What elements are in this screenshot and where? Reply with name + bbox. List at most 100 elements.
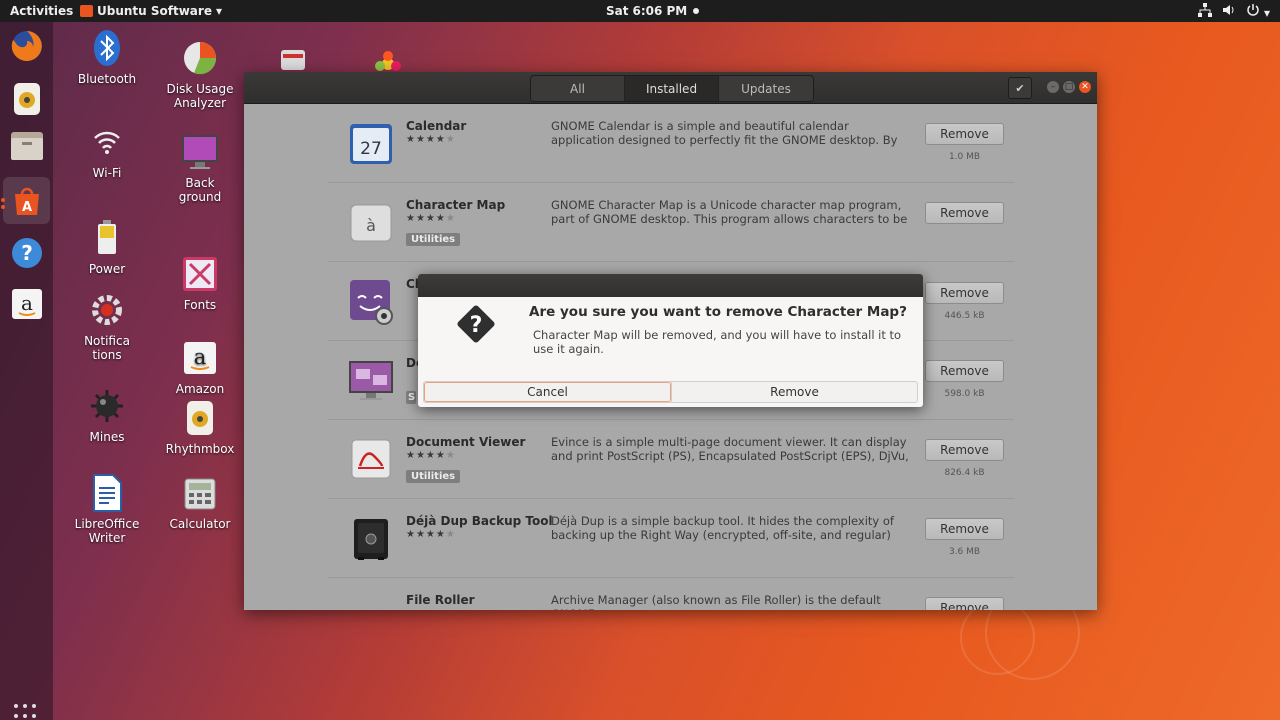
app-size: 826.4 kB (944, 468, 985, 478)
safe-icon (346, 513, 396, 563)
rhythmbox-icon (180, 398, 220, 438)
category-badge: Utilities (406, 470, 461, 483)
app-description: Déjà Dup is a simple backup tool. It hid… (551, 514, 894, 542)
clock[interactable]: Sat 6:06 PM (606, 4, 700, 18)
desktop-icon-label: Calculator (169, 517, 231, 531)
amazon-icon[interactable]: a (8, 285, 45, 322)
firefox-icon[interactable] (8, 27, 45, 64)
desktop-icon-label: Wi-Fi (92, 166, 122, 180)
desktop-icon-power[interactable]: Power (62, 218, 152, 276)
volume-icon (1222, 3, 1236, 20)
list-item[interactable]: à Character Map ★★★★★ Utilities GNOME Ch… (328, 183, 1014, 262)
mine-icon (87, 386, 127, 426)
desktop-icon-fonts[interactable]: Fonts (155, 254, 245, 312)
list-item[interactable]: 27 Calendar ★★★★★ GNOME Calendar is a si… (328, 104, 1014, 183)
clock-day: Sat (606, 4, 629, 18)
desktop-icon-label: Notifica tions (84, 334, 130, 362)
app-name: Document Viewer (406, 435, 526, 449)
gear-icon (87, 290, 127, 330)
desktop-icon-mines[interactable]: Mines (62, 386, 152, 444)
activities-button[interactable]: Activities (10, 4, 73, 18)
app-size: 3.6 MB (948, 547, 981, 557)
svg-text:27: 27 (360, 139, 382, 159)
header-bar: All Installed Updates ✔ – □ ✕ (244, 72, 1097, 104)
category-badge: Utilities (406, 233, 461, 246)
files-icon[interactable] (8, 127, 45, 164)
remove-button[interactable]: Remove (925, 439, 1004, 461)
dialog-heading: Are you sure you want to remove Characte… (529, 304, 907, 320)
confirm-remove-button[interactable]: Remove (671, 382, 917, 402)
amazon-icon: a (180, 338, 220, 378)
rating-stars: ★★★★★ (406, 134, 456, 145)
archive-icon (346, 592, 396, 610)
desktop-icon-label: Bluetooth (77, 72, 137, 86)
maximize-icon[interactable]: □ (1063, 81, 1075, 93)
app-size: 598.0 kB (944, 389, 985, 399)
bluetooth-icon (87, 28, 127, 68)
desktop-sharing-icon (346, 355, 396, 405)
rating-stars: ★★★★★ (406, 213, 456, 224)
close-icon[interactable]: ✕ (1079, 81, 1091, 93)
minimize-icon[interactable]: – (1047, 81, 1059, 93)
svg-text:a: a (21, 291, 33, 315)
svg-text:?: ? (21, 241, 33, 265)
fonts-icon (180, 254, 220, 294)
desktop-icon-amazon[interactable]: a Amazon (155, 338, 245, 396)
desktop-icon-disk-usage[interactable]: Disk Usage Analyzer (155, 38, 245, 110)
app-description: GNOME Calendar is a simple and beautiful… (551, 119, 898, 147)
window-controls: – □ ✕ (1047, 81, 1091, 93)
selection-mode-button[interactable]: ✔ (1008, 77, 1032, 99)
desktop-icon-bluetooth[interactable]: Bluetooth (62, 28, 152, 86)
remove-button[interactable]: Remove (925, 282, 1004, 304)
tab-installed[interactable]: Installed (625, 76, 719, 101)
document-viewer-icon (346, 434, 396, 484)
app-menu[interactable]: Ubuntu Software ▾ (80, 4, 222, 18)
running-indicator (1, 198, 5, 202)
list-item[interactable]: Déjà Dup Backup Tool ★★★★★ Déjà Dup is a… (328, 499, 1014, 578)
help-icon[interactable]: ? (8, 234, 45, 271)
remove-button[interactable]: Remove (925, 123, 1004, 145)
clock-time: 6:06 PM (632, 4, 688, 18)
top-bar: Activities Ubuntu Software ▾ Sat 6:06 PM… (0, 0, 1280, 22)
list-item[interactable]: Document Viewer ★★★★★ Utilities Evince i… (328, 420, 1014, 499)
calculator-icon (180, 473, 220, 513)
ubuntu-software-icon[interactable]: A (3, 177, 50, 224)
dialog-body: Character Map will be removed, and you w… (533, 328, 902, 356)
view-switcher: All Installed Updates (530, 75, 814, 102)
software-bag-icon (80, 5, 93, 17)
desktop-icon-libreoffice-writer[interactable]: LibreOffice Writer (62, 473, 152, 545)
running-indicator (1, 205, 5, 209)
remove-button[interactable]: Remove (925, 597, 1004, 610)
desktop-icon-label: Disk Usage Analyzer (166, 82, 234, 110)
app-menu-label: Ubuntu Software (97, 4, 212, 18)
character-map-icon: à (346, 197, 396, 247)
list-item[interactable]: File Roller Archive Manager (also known … (328, 578, 1014, 610)
chevron-down-icon: ▾ (215, 4, 222, 18)
desktop-icon-background[interactable]: Back ground (155, 132, 245, 204)
disk-usage-icon (180, 38, 220, 78)
desktop-icon-label: LibreOffice Writer (74, 517, 140, 545)
desktop-icon-calculator[interactable]: Calculator (155, 473, 245, 531)
desktop-icon-label: Back ground (178, 176, 222, 204)
dock: A ? a (0, 22, 53, 720)
desktop-icon-rhythmbox[interactable]: Rhythmbox (155, 398, 245, 456)
tab-all[interactable]: All (531, 76, 625, 101)
desktop-icon-wifi[interactable]: Wi-Fi (62, 122, 152, 180)
desktop-icon-label: Amazon (175, 382, 225, 396)
remove-button[interactable]: Remove (925, 518, 1004, 540)
background-icon (180, 132, 220, 172)
show-applications-icon[interactable] (14, 704, 40, 720)
desktop-icon-notifications[interactable]: Notifica tions (62, 290, 152, 362)
network-icon (1197, 3, 1212, 20)
rhythmbox-icon[interactable] (8, 80, 45, 117)
dialog-titlebar (418, 274, 923, 297)
cancel-button[interactable]: Cancel (424, 382, 671, 402)
rating-stars: ★★★★★ (406, 529, 456, 540)
tab-updates[interactable]: Updates (719, 76, 813, 101)
system-tray[interactable]: ▾ (1197, 3, 1270, 20)
app-name: Calendar (406, 119, 467, 133)
remove-button[interactable]: Remove (925, 360, 1004, 382)
wifi-icon (87, 122, 127, 162)
dialog-buttons: Cancel Remove (423, 381, 918, 403)
remove-button[interactable]: Remove (925, 202, 1004, 224)
